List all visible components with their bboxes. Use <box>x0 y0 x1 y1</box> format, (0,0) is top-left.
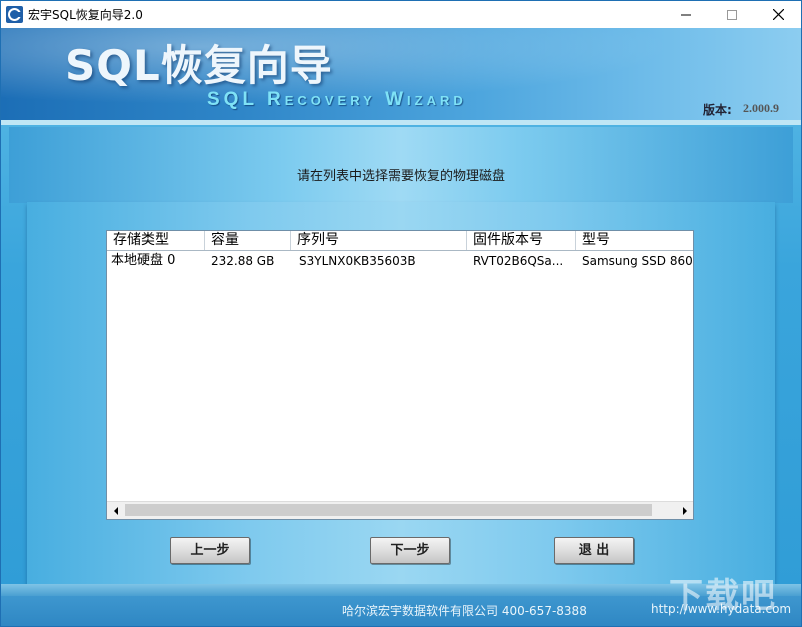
arrow-left-icon <box>113 506 118 515</box>
window-title: 宏宇SQL恢复向导2.0 <box>28 8 143 22</box>
column-header-model[interactable]: 型号 <box>576 231 693 250</box>
client-area: SQL恢复向导 SQL Recovery Wizard 版本: 2.000.9 … <box>1 28 801 626</box>
footer-company: 哈尔滨宏宇数据软件有限公司 400-657-8388 <box>342 604 587 618</box>
banner-title: SQL恢复向导 <box>65 41 333 90</box>
table-row[interactable]: 本地硬盘 0 232.88 GB S3YLNX0KB35603B RVT02B6… <box>107 251 693 271</box>
instruction-band: 请在列表中选择需要恢复的物理磁盘 <box>9 127 793 203</box>
list-header: 存储类型 容量 序列号 固件版本号 型号 <box>107 231 693 251</box>
disk-list[interactable]: 存储类型 容量 序列号 固件版本号 型号 本地硬盘 0 232.88 GB S3… <box>106 230 694 520</box>
scroll-left-button[interactable] <box>107 502 124 519</box>
cell-firmware: RVT02B6QSa... <box>473 254 564 268</box>
banner-subtitle: SQL Recovery Wizard <box>207 89 467 110</box>
maximize-button[interactable] <box>709 1 755 28</box>
horizontal-scrollbar[interactable] <box>107 501 693 519</box>
title-bar[interactable]: 宏宇SQL恢复向导2.0 <box>1 1 801 28</box>
scroll-thumb[interactable] <box>125 504 652 516</box>
banner-separator <box>1 120 801 125</box>
cell-capacity: 232.88 GB <box>211 254 275 268</box>
minimize-icon <box>681 14 691 15</box>
close-button[interactable] <box>755 1 801 28</box>
scroll-right-button[interactable] <box>676 502 693 519</box>
next-button[interactable]: 下一步 <box>370 537 450 564</box>
header-banner: SQL恢复向导 SQL Recovery Wizard 版本: 2.000.9 <box>1 28 801 120</box>
column-header-capacity[interactable]: 容量 <box>205 231 291 250</box>
app-window: 宏宇SQL恢复向导2.0 SQL恢复向导 SQL Recovery Wizard… <box>0 0 802 627</box>
cell-serial: S3YLNX0KB35603B <box>299 254 416 268</box>
prev-button[interactable]: 上一步 <box>170 537 250 564</box>
column-header-storage-type[interactable]: 存储类型 <box>107 231 205 250</box>
cell-storage-type: 本地硬盘 0 <box>111 253 176 268</box>
exit-button[interactable]: 退 出 <box>554 537 634 564</box>
version-label: 版本: <box>703 103 732 117</box>
arrow-right-icon <box>682 506 687 515</box>
instruction-text: 请在列表中选择需要恢复的物理磁盘 <box>296 169 505 184</box>
column-header-firmware[interactable]: 固件版本号 <box>467 231 576 250</box>
column-header-serial[interactable]: 序列号 <box>291 231 467 250</box>
cell-model: Samsung SSD 860 <box>582 254 693 268</box>
minimize-button[interactable] <box>663 1 709 28</box>
app-logo-icon <box>6 6 23 23</box>
watermark-logo: 下载吧 <box>669 576 777 616</box>
close-icon <box>772 9 784 20</box>
version-value: 2.000.9 <box>743 101 779 115</box>
maximize-icon <box>727 9 737 20</box>
